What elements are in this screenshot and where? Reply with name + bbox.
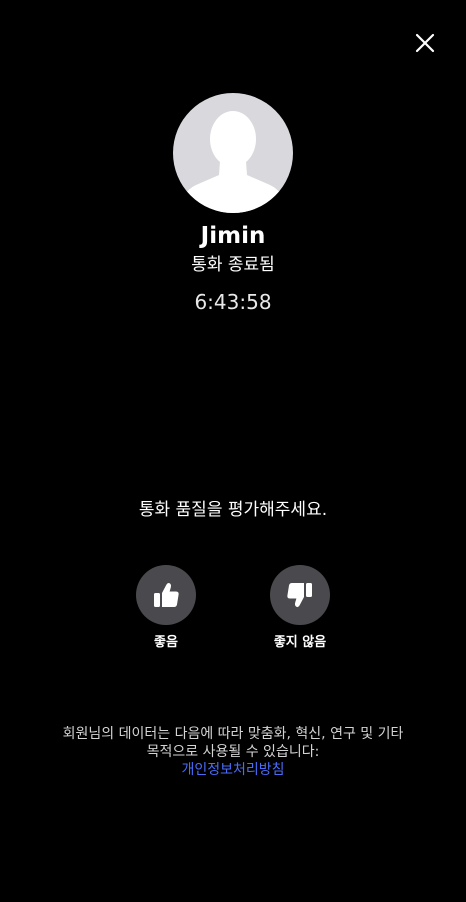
caller-name: Jimin xyxy=(200,223,266,249)
close-icon xyxy=(415,33,435,53)
call-status: 통화 종료됨 xyxy=(191,255,275,275)
rate-good-circle[interactable] xyxy=(136,565,196,625)
avatar xyxy=(173,93,293,213)
close-button[interactable] xyxy=(406,24,444,62)
thumbs-down-icon xyxy=(287,583,312,608)
rate-good-button[interactable]: 좋음 xyxy=(106,565,226,653)
rate-bad-label: 좋지 않음 xyxy=(273,635,327,650)
rate-bad-button[interactable]: 좋지 않음 xyxy=(240,565,360,653)
thumbs-up-icon xyxy=(154,582,179,607)
rating-prompt: 통화 품질을 평가해주세요. xyxy=(138,500,328,520)
data-usage-notice: 회원님의 데이터는 다음에 따라 맞춤화, 혁신, 연구 및 기타 목적으로 사… xyxy=(20,725,446,779)
privacy-policy-link[interactable]: 개인정보처리방침 xyxy=(181,761,284,779)
call-duration: 6:43:58 xyxy=(194,290,272,314)
default-person-avatar-icon xyxy=(179,111,287,213)
rate-good-label: 좋음 xyxy=(154,635,178,650)
notice-line-1: 회원님의 데이터는 다음에 따라 맞춤화, 혁신, 연구 및 기타 xyxy=(62,726,404,742)
rate-bad-circle[interactable] xyxy=(270,565,330,625)
notice-line-2: 목적으로 사용될 수 있습니다: xyxy=(146,744,320,760)
